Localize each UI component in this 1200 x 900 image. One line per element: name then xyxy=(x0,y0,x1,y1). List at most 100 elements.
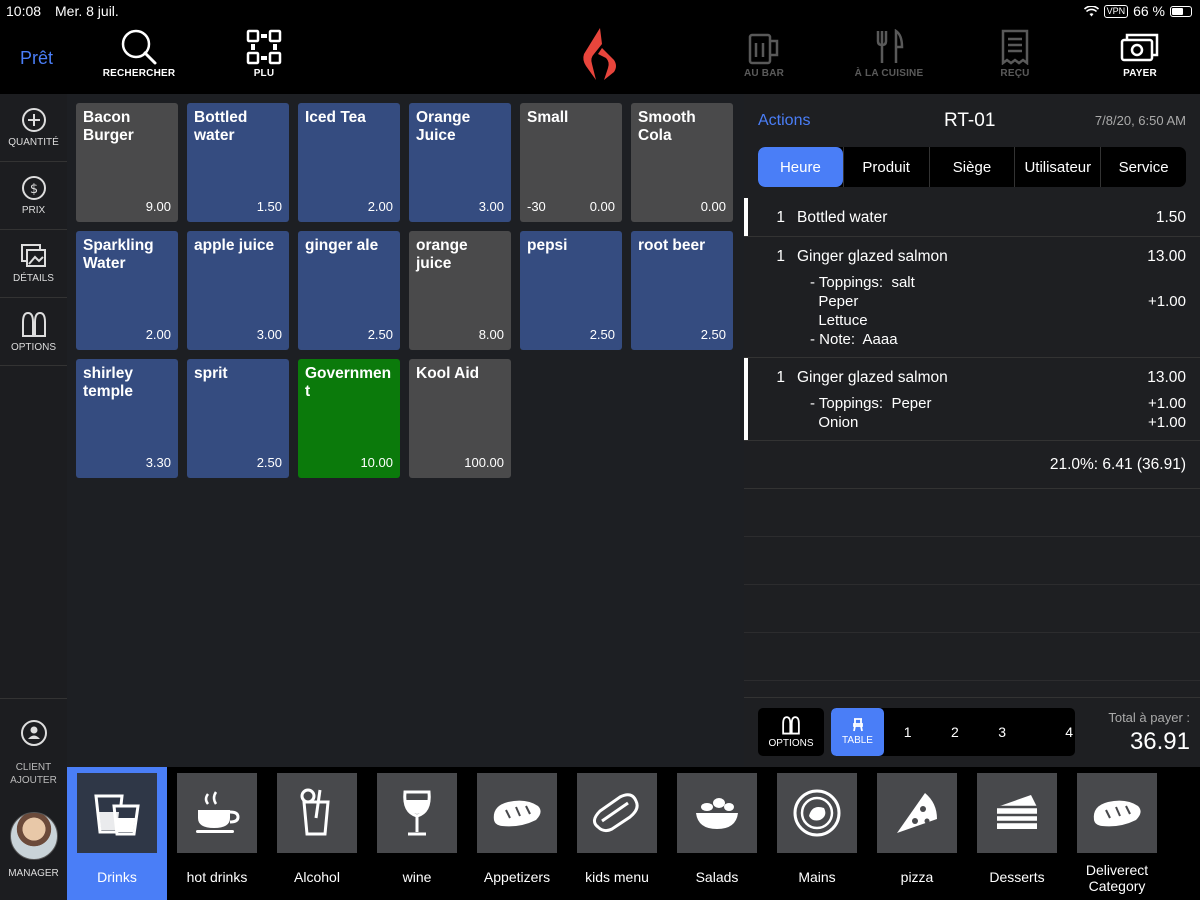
line-amount: 13.00 xyxy=(1147,369,1186,386)
product-tile[interactable]: Smooth Cola 0.00 xyxy=(631,103,733,222)
category-appetizers[interactable]: Appetizers xyxy=(467,767,567,900)
manager-button[interactable]: MANAGER xyxy=(0,794,67,900)
order-line[interactable]: 1 Ginger glazed salmon 13.00 - Toppings: P… xyxy=(744,358,1200,441)
seat-4-button[interactable]: 4 xyxy=(1026,708,1075,756)
product-tile[interactable]: apple juice 3.00 xyxy=(187,231,289,350)
category-kids-menu[interactable]: kids menu xyxy=(567,767,667,900)
pay-button[interactable]: PAYER xyxy=(1100,26,1180,88)
product-name: Bacon Burger xyxy=(83,109,134,144)
table-button-label: TABLE xyxy=(842,735,873,746)
order-line[interactable]: 1 Ginger glazed salmon 13.00 - Toppings: s… xyxy=(744,237,1200,358)
ready-status[interactable]: Prêt xyxy=(20,48,53,69)
line-name: Ginger glazed salmon xyxy=(797,369,948,386)
battery-percent: 66 % xyxy=(1133,3,1165,19)
flame-logo-icon xyxy=(583,28,616,80)
status-right: VPN 66 % xyxy=(1083,3,1192,19)
modifier-text: Lettuce xyxy=(810,312,868,329)
kitchen-button[interactable]: À LA CUISINE xyxy=(849,26,929,88)
category-salads[interactable]: Salads xyxy=(667,767,767,900)
product-name: Orange Juice xyxy=(416,109,471,144)
product-tile[interactable]: orange juice 8.00 xyxy=(409,231,511,350)
category-label: Mains xyxy=(798,869,836,885)
order-options-button[interactable]: OPTIONS xyxy=(758,708,824,756)
product-tile[interactable]: ginger ale 2.50 xyxy=(298,231,400,350)
empty-row xyxy=(744,633,1200,681)
modifier-amount: +1.00 xyxy=(1148,293,1186,310)
total-label: Total à payer : xyxy=(1108,710,1190,725)
seat-1-button[interactable]: 1 xyxy=(884,708,931,756)
seat-2-button[interactable]: 2 xyxy=(931,708,978,756)
product-tile[interactable]: Small -30 0.00 xyxy=(520,103,622,222)
options-button[interactable]: OPTIONS xyxy=(0,298,67,366)
salt-pepper-icon xyxy=(21,311,46,337)
status-date: Mer. 8 juil. xyxy=(55,3,119,19)
category-alcohol[interactable]: Alcohol xyxy=(267,767,367,900)
table-number: RT-01 xyxy=(944,110,996,131)
sort-tab-time[interactable]: Heure xyxy=(758,147,843,187)
category-drinks[interactable]: Drinks xyxy=(67,767,167,900)
salad-bowl-icon xyxy=(696,798,738,829)
category-label: wine xyxy=(402,869,432,885)
product-name: apple juice xyxy=(194,237,275,254)
product-tile[interactable]: root beer 2.50 xyxy=(631,231,733,350)
chair-icon xyxy=(852,718,863,732)
product-price: 2.50 xyxy=(589,327,615,342)
category-label: Appetizers xyxy=(483,869,551,885)
category-pizza[interactable]: pizza xyxy=(867,767,967,900)
seat-selector: TABLE 1 2 3 4 xyxy=(831,708,1075,756)
product-price: 9.00 xyxy=(145,199,171,214)
order-panel: Actions RT-01 7/8/20, 6:50 AM Heure Prod… xyxy=(744,94,1200,767)
order-line[interactable]: 1 Bottled water 1.50 xyxy=(744,198,1200,237)
product-name: Sparkling Water xyxy=(83,237,154,272)
vpn-badge: VPN xyxy=(1103,4,1129,18)
seat-3-button[interactable]: 3 xyxy=(979,708,1026,756)
avatar xyxy=(9,812,58,860)
note-text: - Note: Aaaa xyxy=(810,331,898,348)
cake-slice-icon xyxy=(997,795,1037,829)
category-mains[interactable]: Mains xyxy=(767,767,867,900)
product-tile[interactable]: Iced Tea 2.00 xyxy=(298,103,400,222)
category-desserts[interactable]: Desserts xyxy=(967,767,1067,900)
images-icon xyxy=(20,244,46,267)
product-tile[interactable]: Bacon Burger 9.00 xyxy=(76,103,178,222)
product-price: 2.50 xyxy=(256,455,282,470)
line-name: Ginger glazed salmon xyxy=(797,248,948,265)
bar-button[interactable]: AU BAR xyxy=(724,26,804,88)
add-client-button[interactable]: CLIENT AJOUTER xyxy=(0,698,67,794)
price-button[interactable]: $ PRIX xyxy=(0,162,67,230)
options-label: OPTIONS xyxy=(10,342,56,353)
category-deliverect[interactable]: Deliverect Category xyxy=(1067,767,1167,900)
sort-tab-seat[interactable]: Siège xyxy=(928,147,1015,187)
total-value: 36.91 xyxy=(1129,728,1190,755)
line-amount: 1.50 xyxy=(1155,209,1186,226)
category-wine[interactable]: wine xyxy=(367,767,467,900)
receipt-button[interactable]: REÇU xyxy=(975,26,1055,88)
product-tile[interactable]: shirley temple 3.30 xyxy=(76,359,178,478)
product-tile[interactable]: Sparkling Water 2.00 xyxy=(76,231,178,350)
sort-tab-service[interactable]: Service xyxy=(1100,147,1186,187)
order-options-label: OPTIONS xyxy=(768,738,814,749)
plu-grid-icon xyxy=(246,29,282,65)
product-tile[interactable]: Bottled water 1.50 xyxy=(187,103,289,222)
product-tile[interactable]: Kool Aid 100.00 xyxy=(409,359,511,478)
product-tile[interactable]: Orange Juice 3.00 xyxy=(409,103,511,222)
product-tile[interactable]: sprit 2.50 xyxy=(187,359,289,478)
table-button[interactable]: TABLE xyxy=(831,708,884,756)
search-button[interactable]: RECHERCHER xyxy=(99,26,179,88)
wine-glass-icon xyxy=(403,790,431,836)
product-tile[interactable]: pepsi 2.50 xyxy=(520,231,622,350)
product-price: 2.50 xyxy=(367,327,393,342)
sort-tab-user[interactable]: Utilisateur xyxy=(1014,147,1100,187)
plu-button[interactable]: PLU xyxy=(224,26,304,88)
category-hot-drinks[interactable]: hot drinks xyxy=(167,767,267,900)
cocktail-icon xyxy=(300,788,330,836)
drinks-icon xyxy=(94,794,140,836)
product-tile[interactable]: Government 10.00 xyxy=(298,359,400,478)
details-button[interactable]: DÉTAILS xyxy=(0,230,67,298)
line-amount: 13.00 xyxy=(1147,248,1186,265)
actions-button[interactable]: Actions xyxy=(758,112,810,130)
product-price: 2.50 xyxy=(700,327,726,342)
order-date: 7/8/20, 6:50 AM xyxy=(1094,113,1186,128)
sort-tab-product[interactable]: Produit xyxy=(842,147,929,187)
quantity-button[interactable]: QUANTITÉ xyxy=(0,94,67,162)
